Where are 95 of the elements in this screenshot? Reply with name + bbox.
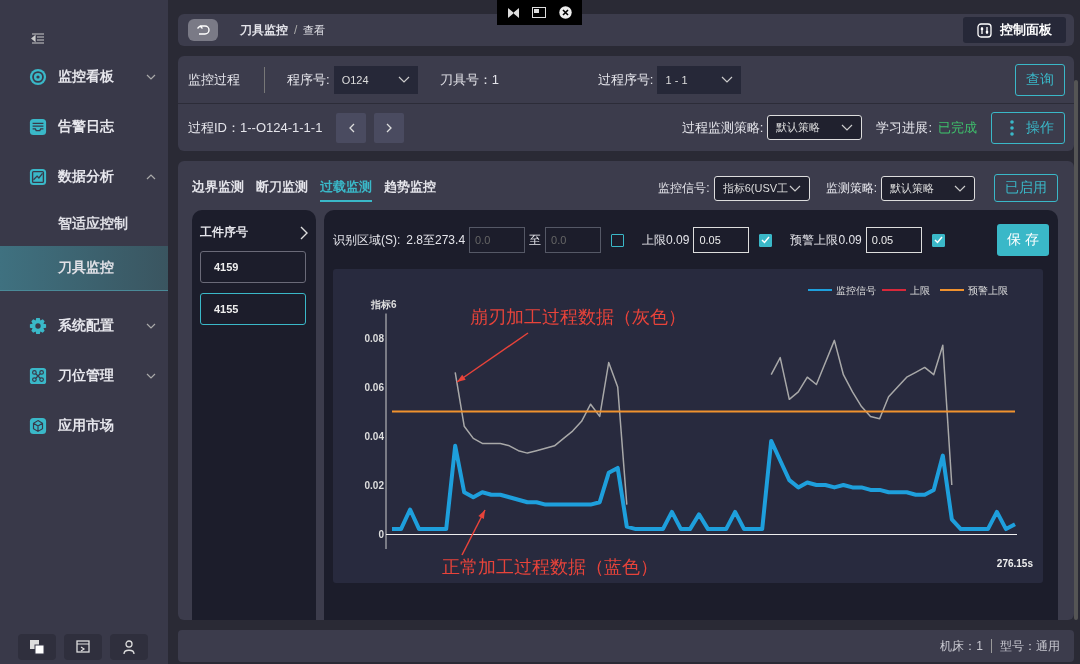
field-label: 过程序号:	[597, 70, 654, 89]
status-text: 已完成	[938, 118, 977, 137]
sidebar-item[interactable]: 应用市场	[0, 401, 168, 451]
breadcrumb-link[interactable]: 刀具监控	[240, 21, 288, 39]
program-select[interactable]: O124	[333, 65, 418, 94]
user-button[interactable]	[110, 634, 148, 660]
gear-icon	[29, 317, 47, 335]
inbox-icon	[29, 118, 47, 136]
caret-icon	[721, 76, 734, 83]
query-button[interactable]: 查询	[1015, 63, 1065, 96]
axis-end-label: 276.15s	[996, 558, 1033, 569]
field-label: 过程监测策略:	[681, 118, 764, 137]
action-button[interactable]: 操作	[991, 111, 1065, 144]
sidebar-item[interactable]: 数据分析	[0, 152, 168, 202]
sidebar-subitem[interactable]: 智适应控制	[0, 202, 168, 246]
annotation-text: 正常加工过程数据（蓝色）	[442, 557, 658, 577]
field-label: 监测策略:	[825, 179, 877, 197]
workpiece-item[interactable]: 4159	[200, 251, 306, 283]
caret-icon	[788, 184, 801, 192]
field-label: 识别区域(S):	[333, 231, 401, 249]
field-label: 程序号:	[287, 70, 330, 89]
annotation-arrow	[461, 509, 486, 556]
tick-label: 0.08	[364, 333, 384, 344]
translate-button[interactable]	[18, 634, 56, 660]
tick-label: 0.04	[364, 431, 384, 442]
chevron-left-icon	[347, 122, 355, 133]
legend-label: 监控信号	[836, 285, 876, 296]
chart-icon	[29, 168, 47, 186]
picture-in-picture-icon[interactable]	[532, 7, 547, 18]
strategy-select[interactable]: 默认策略	[767, 115, 863, 140]
tick-label: 0.02	[364, 480, 384, 491]
caret-icon	[841, 124, 854, 131]
signal-select[interactable]: 指标6(USV工	[713, 175, 810, 201]
tick-label: 0	[378, 529, 384, 540]
checkbox[interactable]	[759, 233, 773, 247]
caret-icon	[954, 184, 966, 192]
control-panel-button[interactable]: 控制面板	[963, 17, 1066, 43]
sidebar-item[interactable]: 刀位管理	[0, 351, 168, 401]
tab[interactable]: 断刀监测	[256, 174, 308, 202]
menu-icon[interactable]	[31, 32, 45, 46]
machine-info: 机床：1	[940, 637, 983, 655]
check-icon	[933, 236, 943, 244]
process-id: 过程ID：1--O124-1-1-1	[188, 118, 323, 137]
input-field[interactable]: 0.05	[693, 227, 750, 253]
breadcrumb-separator: /	[294, 23, 298, 37]
target-icon	[29, 68, 47, 86]
sidebar-item[interactable]: 系统配置	[0, 301, 168, 351]
back-icon	[196, 24, 210, 36]
caret-icon	[397, 76, 410, 83]
more-icon	[1010, 119, 1014, 136]
legend-label: 上限	[910, 285, 930, 296]
chevron-right-icon	[385, 122, 393, 133]
sidebar-item[interactable]: 监控看板	[0, 52, 168, 102]
grid-icon	[29, 367, 47, 385]
cube-icon	[29, 417, 47, 435]
field-label: 学习进展:	[876, 118, 932, 137]
field-label: 预警上限0.09	[790, 231, 862, 249]
previous-button[interactable]	[336, 112, 367, 143]
checkbox[interactable]	[931, 233, 945, 247]
input-field[interactable]: 0.0	[545, 227, 602, 253]
workpiece-item[interactable]: 4155	[200, 293, 306, 325]
breadcrumb-current: 查看	[303, 22, 326, 38]
sidebar-item[interactable]: 告警日志	[0, 102, 168, 152]
legend-label: 预警上限	[968, 285, 1008, 296]
terminal-icon	[75, 639, 91, 655]
tool-number: 刀具号：1	[439, 70, 499, 89]
tab[interactable]: 边界监测	[192, 174, 244, 202]
checkbox[interactable]	[611, 233, 625, 247]
tab[interactable]: 趋势监控	[384, 174, 436, 202]
step-select[interactable]: 1 - 1	[657, 65, 742, 94]
panel-title: 工件序号	[200, 224, 248, 241]
close-icon[interactable]	[558, 6, 572, 19]
tick-label: 0.06	[364, 382, 384, 393]
sidebar-subitem[interactable]: 刀具监控	[0, 246, 168, 291]
check-icon	[761, 236, 771, 244]
annotation-text: 崩刃加工过程数据（灰色）	[470, 307, 686, 327]
chevron-right-icon[interactable]	[300, 225, 308, 240]
enabled-button[interactable]: 已启用	[994, 174, 1058, 202]
section-title: 监控过程	[188, 70, 240, 89]
tab[interactable]: 过载监测	[320, 174, 372, 202]
axis-title: 指标6	[371, 299, 397, 310]
field-label: 监控信号:	[658, 179, 710, 197]
field-label: 至	[529, 231, 542, 249]
translate-icon	[29, 639, 45, 655]
model-info: 型号：通用	[1000, 637, 1060, 655]
input-field[interactable]: 0.0	[469, 227, 526, 253]
next-button[interactable]	[374, 112, 405, 143]
field-label: 上限0.09	[642, 231, 690, 249]
user-icon	[121, 639, 137, 655]
monitor-button[interactable]	[64, 634, 102, 660]
sliders-icon	[977, 22, 992, 38]
input-field[interactable]: 0.05	[865, 227, 922, 253]
strategy-select[interactable]: 默认策略	[881, 175, 975, 201]
back-button[interactable]	[188, 19, 218, 41]
range-text: 2.8至273.4	[406, 231, 466, 249]
